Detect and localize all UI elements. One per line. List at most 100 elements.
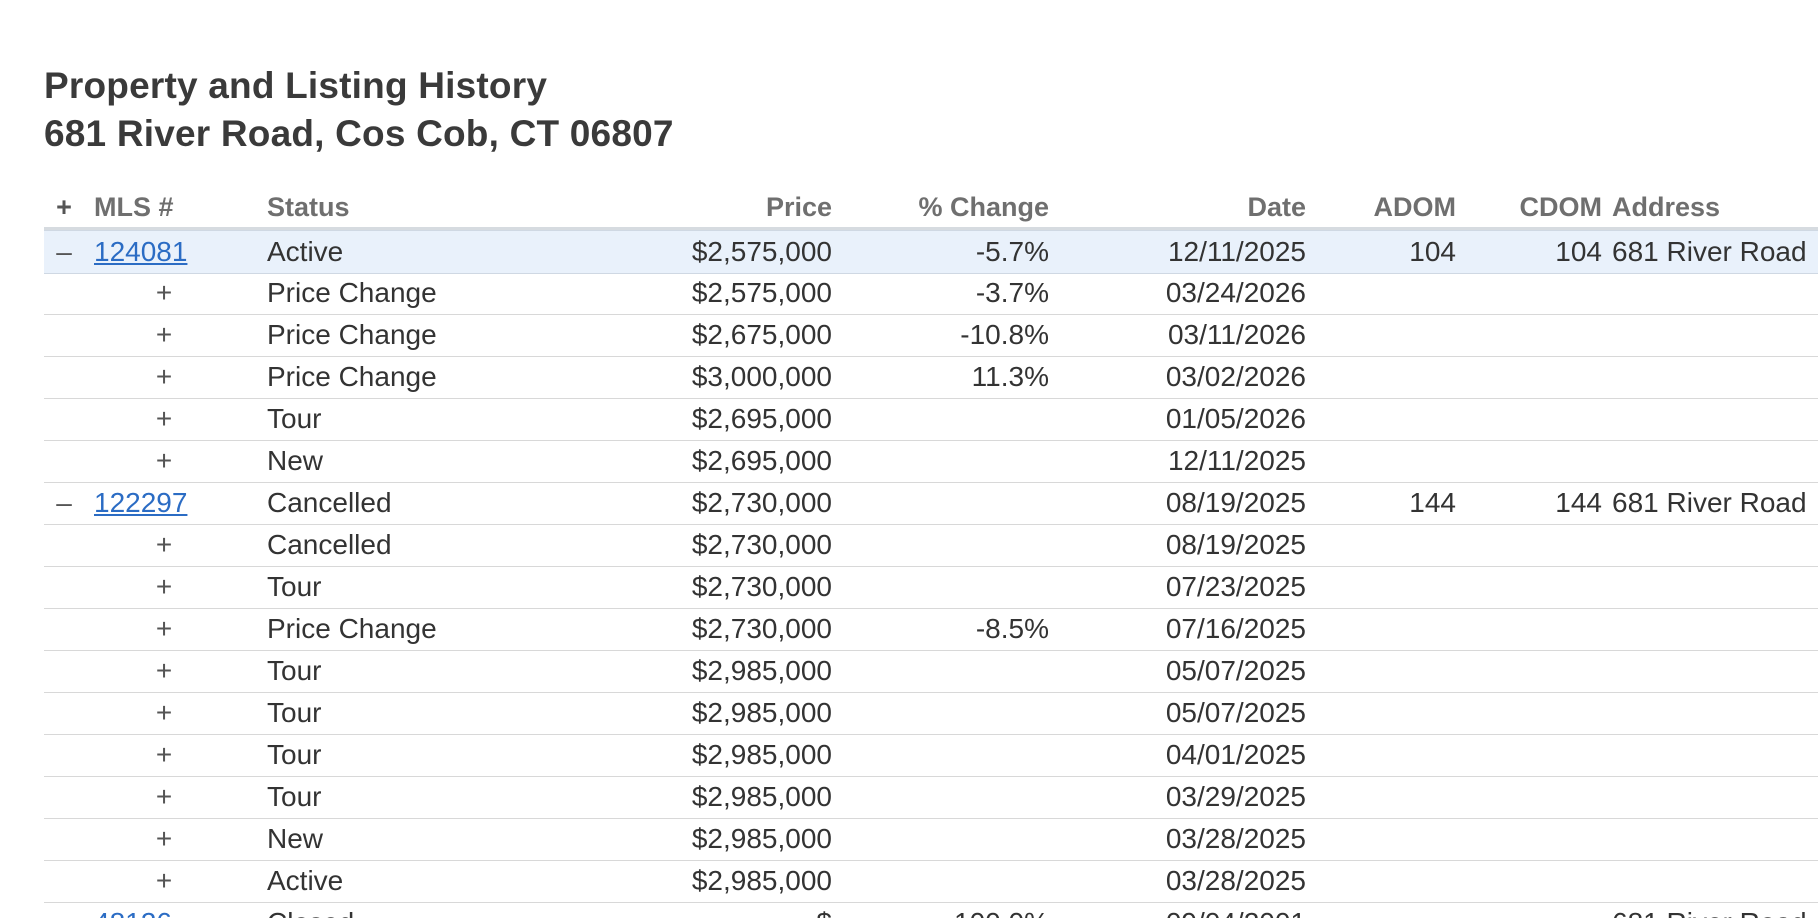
mls-number-link[interactable]: 48126 xyxy=(94,902,244,918)
percent-change-cell xyxy=(844,440,1049,482)
status-cell: Active xyxy=(267,865,344,896)
date-cell: 04/01/2025 xyxy=(1165,739,1306,770)
expand-toggle[interactable]: + xyxy=(154,650,174,692)
listing-event-row[interactable]: + Tour $2,985,000 03/29/2025 xyxy=(44,776,1818,819)
status-cell: Cancelled xyxy=(267,529,392,560)
listing-row[interactable]: –48126 Closed$100.0% 09/04/2001 681 River R… xyxy=(44,902,1818,918)
status-cell: Price Change xyxy=(267,277,437,308)
collapse-toggle[interactable]: – xyxy=(44,482,84,524)
percent-change-cell xyxy=(844,776,1049,818)
status-cell: Active xyxy=(267,236,344,267)
price-cell: $2,695,000 xyxy=(691,403,832,434)
listing-event-row[interactable]: + Tour $2,730,000 07/23/2025 xyxy=(44,566,1818,609)
date-cell: 05/07/2025 xyxy=(1165,697,1306,728)
percent-change-cell xyxy=(844,734,1049,776)
date-cell: 03/28/2025 xyxy=(1165,823,1306,854)
expand-toggle[interactable]: + xyxy=(154,272,174,314)
expand-toggle[interactable]: + xyxy=(154,860,174,902)
table-header-row: + MLS # Status Price % Change Date ADOM … xyxy=(44,186,1818,230)
listing-event-row[interactable]: + New $2,695,000 12/11/2025 xyxy=(44,440,1818,483)
mls-number-link[interactable]: 124081 xyxy=(94,231,244,273)
expand-toggle[interactable]: + xyxy=(154,734,174,776)
cdom-cell: 144 xyxy=(1555,487,1602,518)
expand-toggle[interactable]: + xyxy=(154,440,174,482)
status-cell: New xyxy=(267,445,324,476)
percent-change-cell xyxy=(844,566,1049,608)
listing-row[interactable]: –122297 Cancelled $2,730,000 08/19/2025 144 1… xyxy=(44,482,1818,525)
expand-toggle[interactable]: + xyxy=(154,692,174,734)
status-cell: Tour xyxy=(267,781,322,812)
expand-toggle[interactable]: + xyxy=(154,818,174,860)
status-cell: Tour xyxy=(267,697,322,728)
status-cell: Closed xyxy=(267,902,567,918)
expand-toggle[interactable]: + xyxy=(154,398,174,440)
status-cell: Price Change xyxy=(267,613,437,644)
percent-change-cell: -10.8% xyxy=(960,319,1049,350)
column-header-mls[interactable]: MLS # xyxy=(94,186,244,228)
status-cell: Tour xyxy=(267,739,322,770)
listing-event-row[interactable]: + Cancelled $2,730,000 08/19/2025 xyxy=(44,524,1818,567)
listing-event-row[interactable]: + Price Change $3,000,000 11.3% 03/02/2026 xyxy=(44,356,1818,399)
price-cell: $2,730,000 xyxy=(691,487,832,518)
price-cell: $2,730,000 xyxy=(691,571,832,602)
expand-toggle[interactable]: + xyxy=(154,566,174,608)
column-header-status[interactable]: Status xyxy=(267,186,567,228)
address-cell: 681 River Road xyxy=(1612,487,1807,518)
adom-cell xyxy=(1314,902,1456,918)
listing-event-row[interactable]: + Active $2,985,000 03/28/2025 xyxy=(44,860,1818,903)
expand-all-toggle[interactable]: + xyxy=(44,186,84,228)
expand-toggle[interactable]: + xyxy=(154,608,174,650)
percent-change-cell: 11.3% xyxy=(971,361,1049,392)
collapse-toggle[interactable]: – xyxy=(44,231,84,273)
column-header-percent-change[interactable]: % Change xyxy=(844,186,1049,228)
listing-event-row[interactable]: + Tour $2,985,000 05/07/2025 xyxy=(44,650,1818,693)
listing-event-row[interactable]: + Tour $2,985,000 04/01/2025 xyxy=(44,734,1818,777)
percent-change-cell xyxy=(844,398,1049,440)
listing-event-row[interactable]: + Price Change $2,675,000 -10.8% 03/11/2026 xyxy=(44,314,1818,357)
listing-event-row[interactable]: + Tour $2,695,000 01/05/2026 xyxy=(44,398,1818,441)
expand-toggle[interactable]: + xyxy=(154,314,174,356)
date-cell: 07/23/2025 xyxy=(1165,571,1306,602)
percent-change-cell xyxy=(844,482,1049,524)
address-cell: 681 River Road xyxy=(1612,902,1818,918)
date-cell: 03/11/2026 xyxy=(1167,319,1306,350)
column-header-price[interactable]: Price xyxy=(564,186,832,228)
date-cell: 01/05/2026 xyxy=(1165,403,1306,434)
listing-event-row[interactable]: + Tour $2,985,000 05/07/2025 xyxy=(44,692,1818,735)
status-cell: New xyxy=(267,823,324,854)
column-header-address[interactable]: Address xyxy=(1612,186,1818,228)
date-cell: 08/19/2025 xyxy=(1165,487,1306,518)
price-cell: $2,985,000 xyxy=(691,781,832,812)
price-cell: $2,575,000 xyxy=(691,277,832,308)
expand-toggle[interactable]: + xyxy=(154,776,174,818)
expand-toggle[interactable]: + xyxy=(154,356,174,398)
column-header-cdom[interactable]: CDOM xyxy=(1464,186,1603,228)
cdom-cell xyxy=(1464,902,1602,918)
listing-event-row[interactable]: + Price Change $2,575,000 -3.7% 03/24/2026 xyxy=(44,272,1818,315)
listing-row[interactable]: –124081 Active $2,575,000 -5.7% 12/11/2025 10… xyxy=(44,230,1818,274)
date-cell: 08/19/2025 xyxy=(1165,529,1306,560)
price-cell: $2,675,000 xyxy=(691,319,832,350)
collapse-toggle[interactable]: – xyxy=(44,902,84,918)
status-cell: Price Change xyxy=(267,319,437,350)
status-cell: Tour xyxy=(267,655,322,686)
listing-event-row[interactable]: + Price Change $2,730,000 -8.5% 07/16/2025 xyxy=(44,608,1818,651)
date-cell: 05/07/2025 xyxy=(1165,655,1306,686)
price-cell: $ xyxy=(564,902,832,918)
percent-change-cell: 100.0% xyxy=(844,902,1049,918)
price-cell: $2,985,000 xyxy=(691,697,832,728)
column-header-date[interactable]: Date xyxy=(1054,186,1306,228)
price-cell: $3,000,000 xyxy=(691,361,832,392)
date-cell: 03/28/2025 xyxy=(1165,865,1306,896)
status-cell: Price Change xyxy=(267,361,437,392)
listing-event-row[interactable]: + New $2,985,000 03/28/2025 xyxy=(44,818,1818,861)
date-cell: 03/29/2025 xyxy=(1165,781,1306,812)
expand-toggle[interactable]: + xyxy=(154,524,174,566)
listing-history-table: + MLS # Status Price % Change Date ADOM … xyxy=(44,186,1818,918)
mls-number-link[interactable]: 122297 xyxy=(94,482,244,524)
price-cell: $2,985,000 xyxy=(691,739,832,770)
status-cell: Cancelled xyxy=(267,487,392,518)
price-cell: $2,985,000 xyxy=(691,655,832,686)
column-header-adom[interactable]: ADOM xyxy=(1314,186,1457,228)
date-cell: 12/11/2025 xyxy=(1167,445,1306,476)
